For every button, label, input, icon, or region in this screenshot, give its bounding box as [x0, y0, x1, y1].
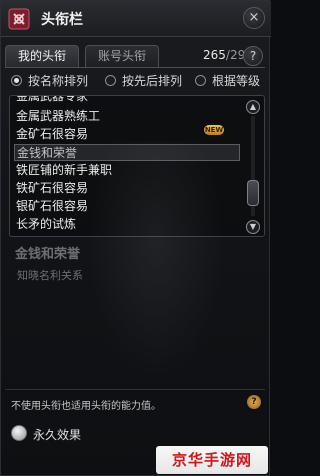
list-item[interactable]: 金属武器专家: [16, 96, 238, 105]
title-tabs: 我的头衔 账号头衔: [5, 45, 160, 67]
close-button[interactable]: ×: [243, 7, 265, 29]
sort-by-name-radio[interactable]: 按名称排列: [11, 73, 88, 91]
knot-emblem-icon: [8, 8, 30, 30]
detail-title: 金钱和荣誉: [15, 247, 81, 262]
footer-divider: [5, 389, 265, 390]
scroll-down-button[interactable]: ▼: [246, 220, 260, 234]
tab-divider: [5, 67, 265, 68]
sort-by-level-radio[interactable]: 根据等级: [195, 73, 260, 91]
title-window: 头衔栏 × 我的头衔 账号头衔 265/298 ? 按名称排列 按先后排列 根据…: [0, 0, 271, 476]
permanent-effect-label: 永久效果: [33, 428, 82, 442]
detail-description: 知晓名利关系: [17, 269, 83, 282]
window-title: 头衔栏: [41, 12, 83, 28]
help-button[interactable]: ?: [243, 46, 263, 66]
sort-by-name-label: 按名称排列: [28, 74, 89, 88]
radio-dot-icon: [11, 75, 22, 86]
sort-by-order-radio[interactable]: 按先后排列: [105, 73, 182, 91]
footer-help-button[interactable]: ?: [247, 395, 261, 409]
radio-dot-icon: [105, 75, 116, 86]
radio-dot-icon: [195, 75, 206, 86]
sort-options: 按名称排列 按先后排列 根据等级: [11, 73, 267, 91]
scrollbar-thumb[interactable]: [247, 180, 259, 206]
sort-by-level-label: 根据等级: [212, 74, 261, 88]
tab-my-titles[interactable]: 我的头衔: [5, 45, 80, 67]
footer-note: 不使用头衔也适用头衔的能力值。: [11, 401, 161, 412]
list-item[interactable]: 金属武器熟练工: [16, 108, 238, 125]
new-badge: NEW: [204, 125, 224, 135]
title-bar: 头衔栏 ×: [1, 1, 271, 37]
tab-account-titles[interactable]: 账号头衔: [85, 45, 160, 67]
permanent-effect-icon: [11, 425, 27, 441]
count-current: 265: [203, 48, 226, 62]
background-character-art: [81, 141, 231, 391]
site-watermark: 京华手游网: [156, 446, 268, 474]
scroll-up-button[interactable]: ▲: [246, 100, 260, 114]
sort-by-order-label: 按先后排列: [122, 74, 183, 88]
